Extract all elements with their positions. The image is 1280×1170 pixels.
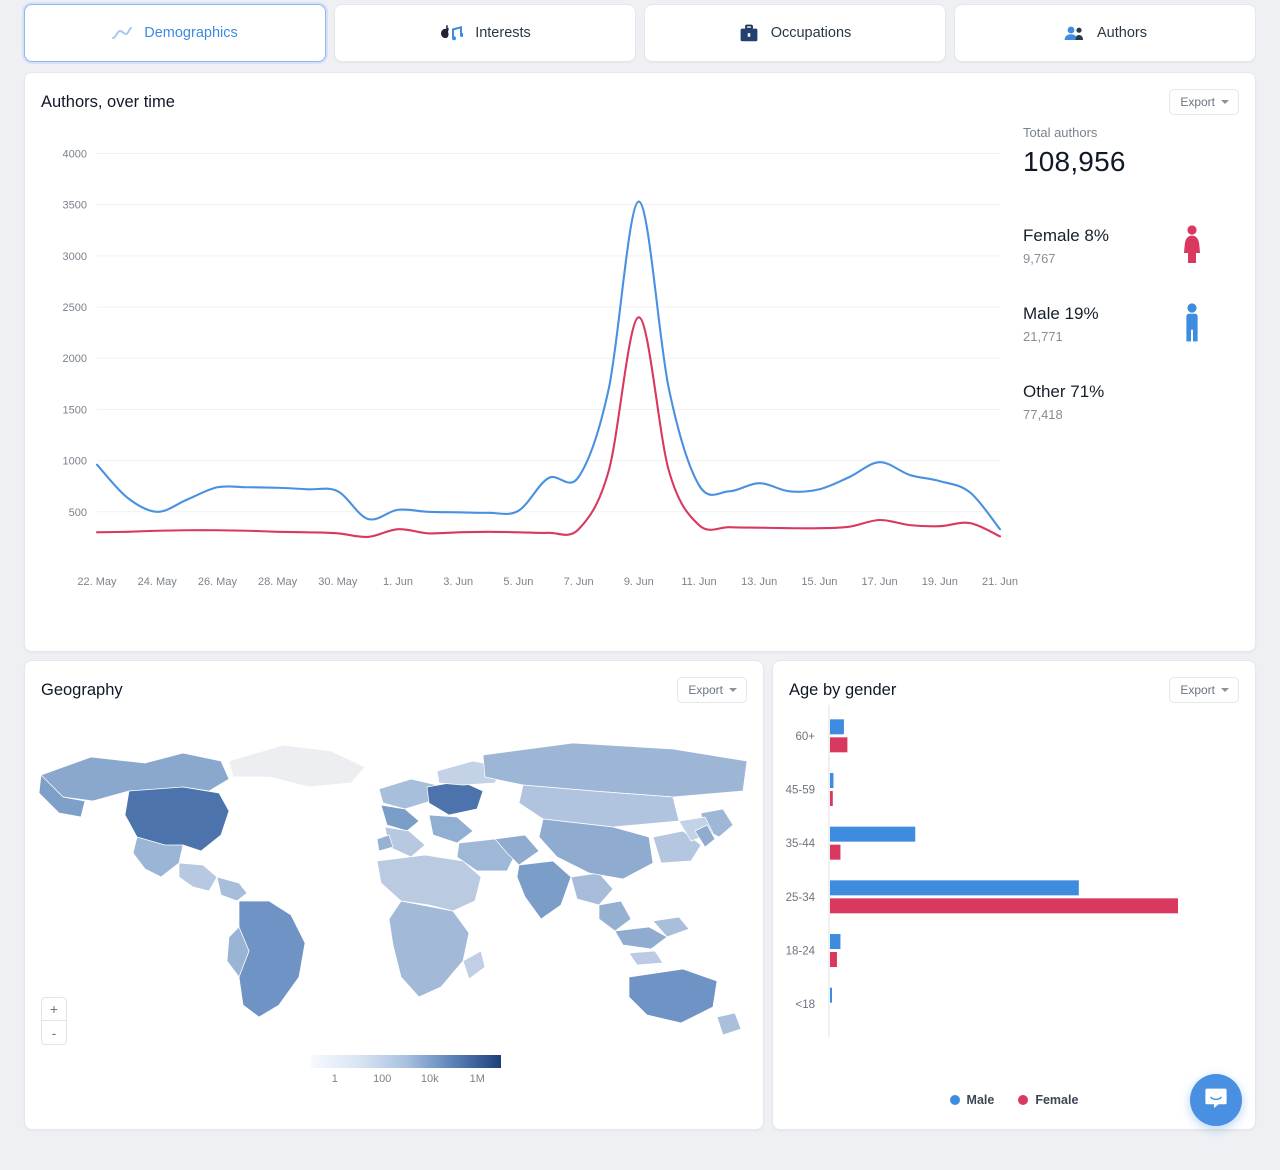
svg-text:11. Jun: 11. Jun [681,576,716,588]
legend-label: Female [1035,1093,1078,1107]
svg-text:28. May: 28. May [258,576,298,588]
svg-text:26. May: 26. May [198,576,238,588]
legend-swatch [1018,1095,1028,1105]
svg-text:1000: 1000 [63,456,87,468]
scale-tick: 100 [359,1073,407,1085]
svg-text:3. Jun: 3. Jun [443,576,473,588]
world-map[interactable] [33,705,755,1060]
legend-item-male: Male [950,1093,995,1107]
stat-row-other: Other 71% 77,418 [1023,382,1255,440]
age-chart-legend: Male Female [773,1093,1255,1107]
svg-text:2500: 2500 [63,302,87,314]
scale-tick: 1M [454,1073,502,1085]
svg-text:9. Jun: 9. Jun [624,576,654,588]
svg-text:3500: 3500 [63,200,87,212]
svg-text:17. Jun: 17. Jun [862,576,898,588]
svg-text:2000: 2000 [63,353,87,365]
stat-count: 21,771 [1023,329,1255,344]
legend-label: Male [967,1093,995,1107]
people-icon [1063,25,1085,42]
color-scale-ticks: 1 100 10k 1M [311,1073,501,1085]
tab-interests[interactable]: Interests [334,4,636,62]
svg-text:3000: 3000 [63,251,87,263]
scale-tick: 1 [311,1073,359,1085]
map-zoom-controls: + - [41,997,67,1045]
svg-text:4000: 4000 [63,148,87,160]
svg-text:1. Jun: 1. Jun [383,576,413,588]
map-zoom-in-button[interactable]: + [42,998,66,1021]
svg-text:22. May: 22. May [77,576,117,588]
svg-text:1500: 1500 [63,404,87,416]
stat-label: Other 71% [1023,382,1255,402]
export-label: Export [688,683,723,697]
authors-over-time-card: Authors, over time Export 500 1000 1500 200… [24,72,1256,652]
age-by-gender-card: Age by gender Export 60+ 45-59 35-44 25-34 1… [772,660,1256,1130]
map-color-scale: 1 100 10k 1M [311,1055,501,1085]
stat-row-male: Male 19% 21,771 [1023,304,1255,362]
legend-item-female: Female [1018,1093,1078,1107]
tab-label: Demographics [144,25,238,41]
age-bar-chart: 60+ 45-59 35-44 25-34 18-24 <18 [773,701,1257,1086]
color-scale-gradient [311,1055,501,1068]
svg-text:<18: <18 [795,999,815,1011]
svg-text:45-59: 45-59 [786,785,815,797]
svg-text:30. May: 30. May [318,576,358,588]
svg-text:13. Jun: 13. Jun [741,576,777,588]
legend-swatch [950,1095,960,1105]
chevron-down-icon [729,688,737,692]
chat-bubble-icon [1203,1085,1229,1116]
export-label: Export [1180,95,1215,109]
svg-text:15. Jun: 15. Jun [801,576,837,588]
svg-text:21. Jun: 21. Jun [982,576,1018,588]
total-authors-label: Total authors [1023,125,1255,140]
stat-count: 9,767 [1023,251,1255,266]
map-zoom-out-button[interactable]: - [42,1021,66,1044]
export-button-age[interactable]: Export [1169,677,1239,703]
svg-text:60+: 60+ [795,731,815,743]
export-label: Export [1180,683,1215,697]
page-title: Authors, over time [41,93,175,112]
tab-label: Authors [1097,25,1147,41]
tab-label: Occupations [771,25,852,41]
stat-row-female: Female 8% 9,767 [1023,226,1255,284]
chat-widget-button[interactable] [1190,1074,1242,1126]
geography-title: Geography [41,681,123,700]
tab-occupations[interactable]: Occupations [644,4,946,62]
briefcase-icon [739,24,759,43]
export-button-main[interactable]: Export [1169,89,1239,115]
svg-text:24. May: 24. May [138,576,178,588]
svg-text:25-34: 25-34 [786,892,816,904]
female-figure-icon [1181,224,1203,271]
total-authors-value: 108,956 [1023,146,1255,178]
card-header: Geography Export [25,661,763,707]
svg-text:19. Jun: 19. Jun [922,576,958,588]
svg-text:7. Jun: 7. Jun [564,576,594,588]
music-interests-icon [439,24,463,43]
svg-text:35-44: 35-44 [786,838,816,850]
stat-label: Male 19% [1023,304,1255,324]
tab-bar: Demographics Interests Occupations [24,4,1256,62]
stats-panel: Total authors 108,956 Female 8% 9,767 Ma… [1023,125,1255,440]
svg-text:18-24: 18-24 [786,946,816,958]
age-chart-title: Age by gender [789,681,896,700]
scale-tick: 10k [406,1073,454,1085]
chevron-down-icon [1221,688,1229,692]
line-chart: 500 1000 1500 2000 2500 3000 3500 4000 22. May 24… [25,113,1025,723]
chevron-down-icon [1221,100,1229,104]
svg-text:5. Jun: 5. Jun [503,576,533,588]
stat-count: 77,418 [1023,407,1255,422]
male-figure-icon [1181,302,1203,349]
tab-label: Interests [475,25,531,41]
svg-text:500: 500 [69,507,87,519]
bottom-row: Geography Export + - 1 100 10k 1M [24,660,1256,1130]
tab-authors[interactable]: Authors [954,4,1256,62]
export-button-geography[interactable]: Export [677,677,747,703]
line-chart-icon [112,25,132,41]
tab-demographics[interactable]: Demographics [24,4,326,62]
dashboard-root: Demographics Interests Occupations [24,4,1256,1144]
geography-card: Geography Export + - 1 100 10k 1M [24,660,764,1130]
stat-label: Female 8% [1023,226,1255,246]
